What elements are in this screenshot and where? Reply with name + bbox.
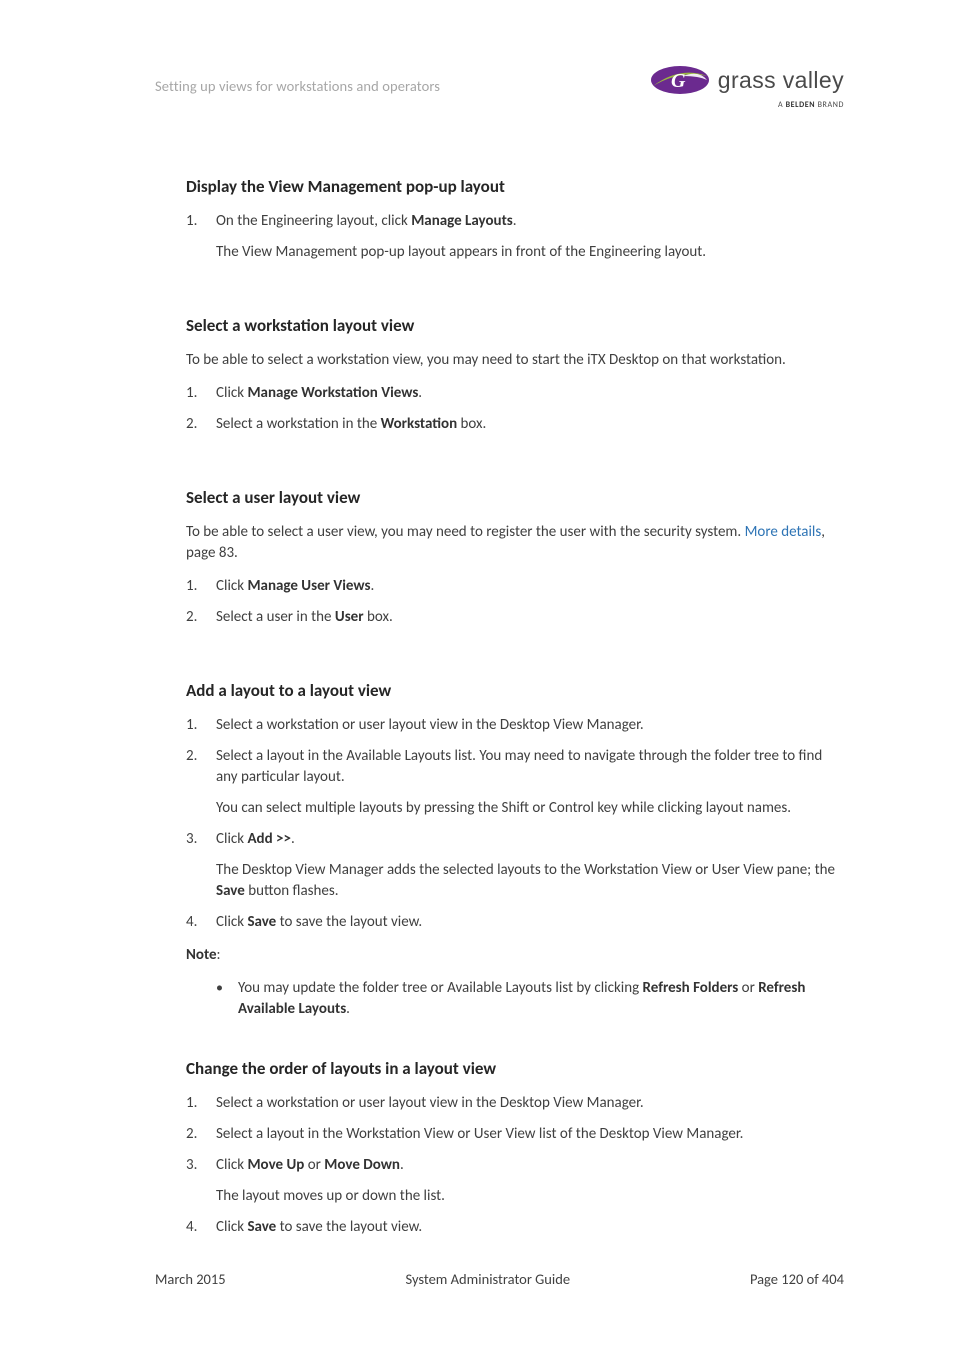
logo-top-row: G grass valley [649, 62, 844, 98]
step-item: Select a workstation or user layout view… [186, 715, 844, 736]
footer-page-number: Page 120 of 404 [750, 1270, 844, 1288]
step-item: Click Manage User Views. [186, 576, 844, 597]
step-subtext: You can select multiple layouts by press… [216, 798, 844, 819]
grass-valley-swoosh-icon: G [649, 62, 711, 98]
steps-list: Select a workstation or user layout view… [186, 715, 844, 933]
step-item: Click Manage Workstation Views. [186, 383, 844, 404]
step-item: Click Add >>. The Desktop View Manager a… [186, 829, 844, 902]
step-item: Select a user in the User box. [186, 607, 844, 628]
content: Display the View Management pop-up layou… [186, 116, 844, 1238]
logo-subtext: A BELDEN BRAND [778, 100, 844, 110]
page-header: Setting up views for workstations and op… [155, 56, 844, 116]
page-footer: March 2015 System Administrator Guide Pa… [155, 1270, 844, 1288]
step-subtext: The View Management pop-up layout appear… [216, 242, 844, 263]
steps-list: On the Engineering layout, click Manage … [186, 211, 844, 263]
step-item: Select a workstation or user layout view… [186, 1093, 844, 1114]
steps-list: Select a workstation or user layout view… [186, 1093, 844, 1238]
step-item: Click Move Up or Move Down. The layout m… [186, 1155, 844, 1207]
header-title: Setting up views for workstations and op… [155, 77, 440, 95]
note-item: You may update the folder tree or Availa… [186, 978, 844, 1020]
heading-select-user-view: Select a user layout view [186, 487, 844, 508]
logo-text: grass valley [718, 67, 844, 94]
step-subtext: The Desktop View Manager adds the select… [216, 860, 844, 902]
more-details-link[interactable]: More details [745, 523, 822, 541]
section-intro: To be able to select a workstation view,… [186, 350, 844, 371]
brand-logo: G grass valley A BELDEN BRAND [649, 62, 844, 110]
page: Setting up views for workstations and op… [0, 0, 954, 1350]
step-item: Click Save to save the layout view. [186, 912, 844, 933]
step-item: On the Engineering layout, click Manage … [186, 211, 844, 263]
heading-add-layout: Add a layout to a layout view [186, 680, 844, 701]
steps-list: Click Manage User Views. Select a user i… [186, 576, 844, 628]
footer-date: March 2015 [155, 1270, 226, 1288]
heading-change-order: Change the order of layouts in a layout … [186, 1058, 844, 1079]
heading-select-workstation-view: Select a workstation layout view [186, 315, 844, 336]
step-item: Click Save to save the layout view. [186, 1217, 844, 1238]
footer-doc-title: System Administrator Guide [405, 1270, 570, 1288]
step-item: Select a layout in the Available Layouts… [186, 746, 844, 819]
note-label: Note: [186, 945, 844, 966]
step-item: Select a workstation in the Workstation … [186, 414, 844, 435]
note-list: You may update the folder tree or Availa… [186, 978, 844, 1020]
section-intro: To be able to select a user view, you ma… [186, 522, 844, 564]
steps-list: Click Manage Workstation Views. Select a… [186, 383, 844, 435]
step-item: Select a layout in the Workstation View … [186, 1124, 844, 1145]
svg-text:G: G [671, 70, 686, 92]
step-subtext: The layout moves up or down the list. [216, 1186, 844, 1207]
heading-display-view-management: Display the View Management pop-up layou… [186, 176, 844, 197]
